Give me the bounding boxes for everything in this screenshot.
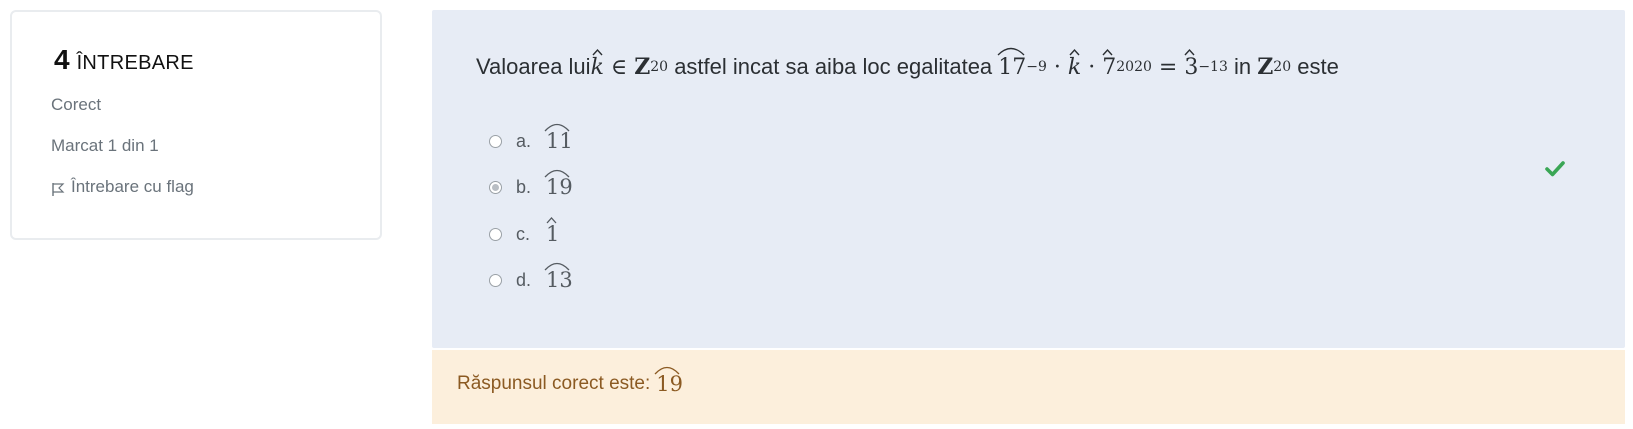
- answer-value-text: 19: [546, 175, 573, 199]
- math-17: 17: [998, 54, 1027, 80]
- question-text-part: este: [1291, 54, 1339, 79]
- answer-option-b[interactable]: b. 19: [489, 169, 573, 199]
- question-label: ÎNTREBARE: [76, 52, 194, 74]
- math-17-hat: 17: [997, 47, 1027, 80]
- answer-value-text: 13: [546, 268, 573, 292]
- math-3: 3: [1184, 54, 1199, 80]
- math-dot: ·: [1046, 54, 1068, 80]
- wide-hat-icon: [544, 262, 570, 271]
- question-text-part: Valoarea lui: [476, 54, 591, 79]
- question-text-part: in: [1227, 54, 1258, 79]
- answer-option-a[interactable]: a. 11: [489, 123, 573, 153]
- radio-button[interactable]: [489, 273, 502, 287]
- math-exp-13: −13: [1198, 59, 1228, 75]
- question-number: 4: [54, 44, 70, 75]
- answer-letter: c.: [516, 223, 531, 244]
- math-k-hat: k: [590, 48, 604, 80]
- math-3-hat: 3: [1184, 48, 1199, 80]
- math-7: 7: [1102, 54, 1117, 80]
- question-grade: Marcat 1 din 1: [51, 136, 159, 155]
- flag-label: Întrebare cu flag: [71, 177, 194, 196]
- feedback-value: 19: [654, 366, 683, 396]
- question-text-part: astfel incat sa aiba loc egalitatea: [668, 54, 999, 79]
- math-z-sub: 20: [1273, 59, 1292, 75]
- flag-icon: [52, 183, 65, 196]
- math-exp-2020: 2020: [1116, 59, 1152, 75]
- hat-icon: [1184, 48, 1195, 55]
- question-text: Valoarea lui k ∈ Z 20 astfel incat sa aib…: [476, 47, 1339, 80]
- answer-value: 13: [544, 262, 573, 292]
- answer-value-text: 11: [546, 129, 573, 153]
- hat-icon: [546, 217, 557, 224]
- radio-button-selected[interactable]: [489, 180, 502, 194]
- answer-value: 19: [544, 169, 573, 199]
- math-k: k: [1067, 54, 1082, 80]
- math-equals: =: [1151, 54, 1185, 80]
- answer-value: 11: [544, 123, 573, 153]
- answer-option-c[interactable]: c. 1: [489, 217, 560, 246]
- question-header: 4 ÎNTREBARE: [54, 44, 194, 76]
- question-state: Corect: [51, 95, 102, 114]
- math-exp-9: −9: [1026, 59, 1047, 75]
- wide-hat-icon: [654, 366, 680, 375]
- math-dot: ·: [1081, 54, 1103, 80]
- math-z-sub: 20: [650, 59, 669, 75]
- answer-value-text: 1: [546, 222, 560, 246]
- hat-icon: [592, 48, 603, 55]
- answer-letter: a.: [516, 130, 532, 151]
- wide-hat-icon: [997, 47, 1025, 55]
- math-7-hat: 7: [1102, 48, 1117, 80]
- radio-dot: [492, 183, 499, 191]
- answer-letter: b.: [516, 176, 532, 197]
- math-z: Z: [1257, 54, 1274, 80]
- answer-option-d[interactable]: d. 13: [489, 262, 573, 292]
- correct-answer-feedback: Răspunsul corect este: 19: [432, 350, 1625, 424]
- feedback-value-text: 19: [656, 372, 683, 396]
- hat-icon: [1069, 48, 1080, 55]
- math-z: Z: [634, 54, 651, 80]
- wide-hat-icon: [544, 169, 570, 178]
- radio-button[interactable]: [489, 227, 502, 241]
- question-info-card: 4 ÎNTREBARE Corect Marcat 1 din 1 Întreb…: [10, 10, 382, 240]
- math-k: k: [590, 54, 604, 80]
- radio-button[interactable]: [489, 134, 502, 148]
- math-k-hat: k: [1067, 48, 1082, 80]
- answer-letter: d.: [516, 269, 532, 290]
- answer-value: 1: [546, 217, 560, 246]
- wide-hat-icon: [544, 123, 570, 132]
- feedback-label: Răspunsul corect este:: [457, 373, 651, 394]
- hat-icon: [1102, 48, 1113, 55]
- feedback-text: Răspunsul corect este: 19: [457, 366, 683, 396]
- check-icon: [1545, 161, 1565, 177]
- flag-question-link[interactable]: Întrebare cu flag: [51, 177, 194, 197]
- question-formulation: Valoarea lui k ∈ Z 20 astfel incat sa aib…: [432, 10, 1625, 348]
- math-in: ∈: [603, 54, 635, 80]
